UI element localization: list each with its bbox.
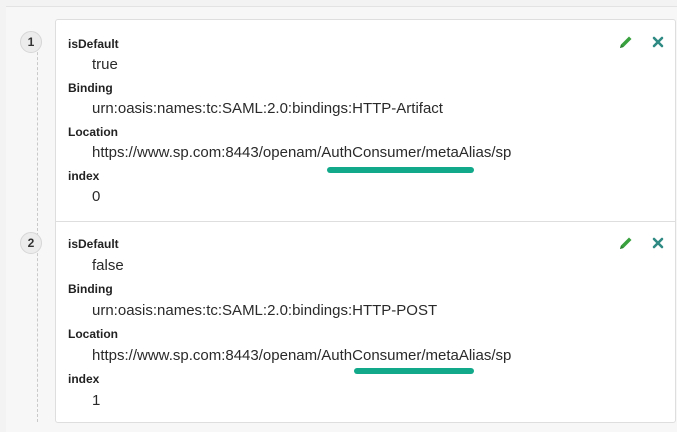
- location-label: Location: [68, 125, 118, 139]
- entry-number-badge: 2: [20, 232, 42, 254]
- is-default-label: isDefault: [68, 37, 119, 51]
- location-value: https://www.sp.com:8443/openam/AuthConsu…: [92, 347, 512, 364]
- binding-value: urn:oasis:names:tc:SAML:2.0:bindings:HTT…: [92, 100, 443, 117]
- index-value: 1: [92, 392, 101, 409]
- pencil-icon[interactable]: [618, 235, 634, 251]
- endpoint-entry-1: isDefault true Binding urn:oasis:names:t…: [55, 19, 676, 222]
- index-label: index: [68, 169, 100, 183]
- index-label: index: [68, 372, 100, 386]
- close-icon[interactable]: [650, 235, 666, 251]
- binding-value: urn:oasis:names:tc:SAML:2.0:bindings:HTT…: [92, 302, 438, 319]
- close-icon[interactable]: [650, 34, 666, 50]
- location-value: https://www.sp.com:8443/openam/AuthConsu…: [92, 144, 512, 161]
- pencil-icon[interactable]: [618, 34, 634, 50]
- index-value: 0: [92, 188, 101, 205]
- entry-number-badge: 1: [20, 31, 42, 53]
- location-label: Location: [68, 327, 118, 341]
- highlight-underline: [354, 368, 474, 374]
- is-default-value: false: [92, 257, 124, 274]
- is-default-label: isDefault: [68, 237, 119, 251]
- binding-label: Binding: [68, 282, 113, 296]
- binding-label: Binding: [68, 81, 113, 95]
- list-rail: [37, 37, 38, 422]
- endpoint-entry-2: isDefault false Binding urn:oasis:names:…: [55, 221, 676, 423]
- is-default-value: true: [92, 56, 118, 73]
- highlight-underline: [327, 167, 474, 173]
